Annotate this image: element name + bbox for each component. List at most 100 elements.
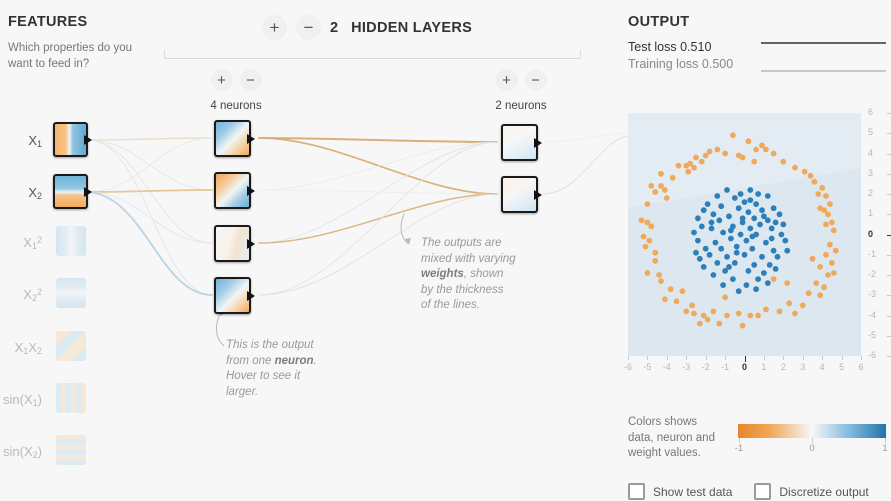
x-axis-tick-mark--2 xyxy=(705,356,707,360)
x-axis-tick--2: -2 xyxy=(701,362,710,372)
layer-1-neuron-4[interactable] xyxy=(214,277,255,314)
y-axis-tick-mark--4 xyxy=(887,315,891,317)
y-axis-tick-mark--3 xyxy=(887,295,891,297)
y-axis-tick--3: -3 xyxy=(868,289,877,300)
y-axis-tick-3: 3 xyxy=(868,167,874,178)
x-axis-tick-5: 5 xyxy=(839,362,845,372)
x-axis-tick-mark--3 xyxy=(686,356,688,360)
layer-2-neuron-count: 2 neurons xyxy=(495,100,547,112)
y-axis-tick-mark--6 xyxy=(887,356,891,357)
output-controls: Show test data Discretize output xyxy=(628,483,886,500)
neuron-annotation-bold: neuron xyxy=(274,354,314,367)
y-axis-tick-mark-6 xyxy=(887,113,891,114)
legend-description: Colors shows data, neuron and weight val… xyxy=(628,415,733,462)
x-axis-tick-mark-2 xyxy=(783,356,785,360)
show-test-data-label: Show test data xyxy=(653,484,733,499)
weights-annotation-line-5: of the lines. xyxy=(421,299,480,311)
layer-1-add-neuron-button[interactable]: + xyxy=(210,69,233,91)
x-axis-tick-mark-5 xyxy=(841,356,843,360)
layer-1-neuron-3-output-dot xyxy=(247,238,255,249)
x-axis-tick--1: -1 xyxy=(721,362,730,372)
layer-1-remove-neuron-button[interactable]: − xyxy=(239,69,262,91)
layer-1-neuron-1[interactable] xyxy=(214,120,255,157)
layer-2-neuron-2[interactable] xyxy=(501,176,542,213)
feature-x1x2-node[interactable] xyxy=(56,331,86,361)
checkbox-icon-discretize-output[interactable] xyxy=(754,483,772,500)
features-title: FEATURES xyxy=(8,14,88,30)
legend-label-mid: 0 xyxy=(809,443,815,454)
loss-sparkline xyxy=(761,42,886,72)
y-axis-tick-6: 6 xyxy=(868,107,874,117)
layer-2-neuron-2-output-dot xyxy=(534,189,542,200)
y-axis-tick--1: -1 xyxy=(868,248,877,259)
x-axis-tick-mark-0 xyxy=(744,356,746,362)
discretize-output-checkbox[interactable]: Discretize output xyxy=(754,483,869,500)
x-axis-tick-mark--5 xyxy=(647,356,649,360)
show-test-data-checkbox[interactable]: Show test data xyxy=(628,483,732,500)
layer-2-neuron-controls: + − 2 neurons xyxy=(481,69,561,112)
hidden-layers-header: + − 2 HIDDEN LAYERS xyxy=(262,15,472,40)
x-axis-tick-mark--6 xyxy=(628,356,629,360)
y-axis-tick--6: -6 xyxy=(868,350,877,360)
x-axis-tick--4: -4 xyxy=(662,362,671,372)
training-loss-value: 0.500 xyxy=(701,57,734,71)
legend-line-3: weight values. xyxy=(628,447,701,459)
y-axis-tick-mark-4 xyxy=(887,153,891,155)
add-layer-button[interactable]: + xyxy=(262,15,287,40)
x-axis-tick-0: 0 xyxy=(741,362,747,372)
features-panel: FEATURES Which properties do you want to… xyxy=(8,14,158,72)
feature-sin-x2-node[interactable] xyxy=(56,435,86,465)
layer-1-neuron-1-output-dot xyxy=(247,133,255,144)
x-axis-tick-3: 3 xyxy=(800,362,806,372)
x-axis-tick-mark--4 xyxy=(666,356,668,360)
layer-2-neuron-1[interactable] xyxy=(501,124,542,161)
feature-x1x2-label: X1X2 xyxy=(14,340,42,356)
x-axis-tick-mark-1 xyxy=(763,356,765,360)
y-axis-tick-mark-5 xyxy=(887,133,891,135)
layer-2-add-neuron-button[interactable]: + xyxy=(495,69,518,91)
neuron-annotation-line-2a: from one xyxy=(226,354,275,367)
feature-x2-node[interactable] xyxy=(53,174,92,209)
weights-annotation-bold: weights xyxy=(421,268,464,280)
y-axis-tick-1: 1 xyxy=(868,208,874,219)
feature-x1-squared-node[interactable] xyxy=(56,226,86,256)
x-axis-tick-6: 6 xyxy=(858,362,864,372)
feature-x2-squared-label: X22 xyxy=(23,287,42,303)
feature-x2-squared-node[interactable] xyxy=(56,278,86,308)
y-axis-tick-2: 2 xyxy=(868,188,874,198)
x-axis-tick-4: 4 xyxy=(819,362,825,372)
weights-annotation-line-2: mixed with varying xyxy=(421,252,516,265)
layer-2-remove-neuron-button[interactable]: − xyxy=(524,69,547,91)
weights-annotation: The outputs are mixed with varying weigh… xyxy=(421,236,541,314)
feature-sin-x1-label: sin(X1) xyxy=(3,392,42,408)
y-axis-tick--2: -2 xyxy=(868,269,877,279)
x-axis-tick-2: 2 xyxy=(780,362,786,372)
legend-color-bar xyxy=(738,424,886,438)
output-plot-points xyxy=(628,113,861,329)
output-plot[interactable] xyxy=(628,113,861,356)
discretize-output-label: Discretize output xyxy=(779,484,869,499)
feature-sin-x1-node[interactable] xyxy=(56,383,86,413)
layer-1-neuron-3[interactable] xyxy=(214,225,255,262)
features-subtitle: Which properties do you want to feed in? xyxy=(8,42,133,70)
x2-output-dot xyxy=(84,186,92,197)
y-axis-tick-mark--2 xyxy=(887,275,891,276)
training-loss-label: Training loss xyxy=(628,57,699,71)
y-axis-tick-mark-0 xyxy=(887,234,891,236)
neuron-annotation-line-4: larger. xyxy=(226,385,259,398)
y-axis-tick-mark-3 xyxy=(887,173,891,175)
x-axis-tick-mark-4 xyxy=(822,356,824,360)
test-loss-label: Test loss xyxy=(628,40,677,54)
y-axis-tick-mark-2 xyxy=(887,194,891,195)
y-axis-tick-mark-1 xyxy=(887,214,891,216)
y-axis-tick-5: 5 xyxy=(868,127,874,138)
legend-label-max: 1 xyxy=(882,443,888,454)
hidden-layers-title: HIDDEN LAYERS xyxy=(351,19,473,36)
feature-x1-node[interactable] xyxy=(53,122,92,157)
neuron-annotation-line-1: This is the output xyxy=(226,339,314,351)
remove-layer-button[interactable]: − xyxy=(296,15,321,40)
x-axis-tick--3: -3 xyxy=(682,362,691,372)
checkbox-icon-show-test-data[interactable] xyxy=(628,483,645,500)
layer-1-neuron-2[interactable] xyxy=(214,172,255,209)
y-axis-tick-mark--1 xyxy=(887,254,891,256)
